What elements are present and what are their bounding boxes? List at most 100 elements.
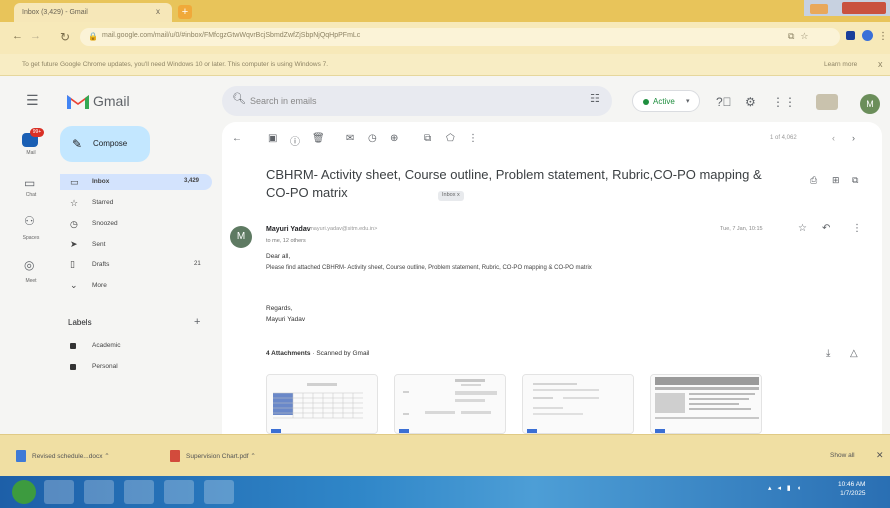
chrome-app-icon[interactable] (164, 480, 194, 504)
pencil-icon[interactable]: ✎ (72, 137, 82, 151)
attachment-thumbnail[interactable] (266, 374, 378, 434)
rail-spaces-label[interactable]: Spaces (16, 235, 46, 241)
settings-gear-icon[interactable]: ⚙ (745, 96, 756, 108)
rail-meet-icon[interactable]: ◎ (24, 258, 34, 272)
pdf-file-icon[interactable] (170, 450, 180, 462)
chevron-down-icon: ▾ (686, 98, 690, 105)
attachments-count: 4 Attachments (266, 350, 311, 357)
minimize-button[interactable] (810, 4, 828, 14)
organization-logo-icon[interactable] (816, 94, 838, 110)
learn-more-link[interactable]: Learn more (824, 61, 857, 68)
sidebar-item-label[interactable]: Inbox (92, 178, 109, 185)
gmail-wordmark[interactable]: Gmail (93, 93, 130, 109)
star-icon[interactable]: ☆ (798, 224, 807, 234)
search-icon[interactable]: 🔍︎ (232, 94, 246, 105)
account-avatar[interactable]: M (860, 94, 880, 114)
url-text[interactable]: mail.google.com/mail/u/0/#inbox/FMfcgzGt… (102, 32, 360, 39)
email-signature: Mayuri Yadav (266, 316, 306, 323)
attachment-thumbnail[interactable] (522, 374, 634, 434)
window-close-button[interactable] (842, 2, 886, 14)
sidebar-item-snoozed[interactable]: Snoozed (92, 220, 118, 227)
gmail-logo-icon[interactable] (66, 92, 90, 110)
search-input[interactable]: Search in emails (250, 96, 317, 106)
email-greeting: Dear all, (266, 253, 291, 260)
sidebar-item-drafts[interactable]: Drafts (92, 261, 109, 268)
system-clock[interactable]: 10:46 AM 1/7/2025 (838, 480, 865, 498)
show-all-downloads-button[interactable]: Show all (830, 452, 855, 459)
more-options-icon[interactable]: ⋮ (468, 133, 478, 144)
search-options-icon[interactable]: ☷ (590, 94, 600, 105)
sidebar-item-sent[interactable]: Sent (92, 241, 105, 248)
rail-chat-label[interactable]: Chat (16, 192, 46, 198)
print-all-icon[interactable]: ⊞ (832, 176, 840, 185)
word-file-icon[interactable] (16, 450, 26, 462)
label-item-academic[interactable]: Academic (92, 342, 121, 349)
attachment-thumbnail[interactable] (394, 374, 506, 434)
apps-grid-icon[interactable]: ⋮⋮ (772, 96, 796, 108)
print-icon[interactable]: ⎙ (810, 176, 817, 185)
bookmark-star-icon[interactable]: ⧉☆ (788, 31, 815, 42)
label-item-personal[interactable]: Personal (92, 363, 118, 370)
attachment-thumbnail[interactable] (650, 374, 762, 434)
sidebar-item-more[interactable]: More (92, 282, 107, 289)
reply-icon[interactable]: ↶ (822, 224, 830, 234)
sidebar-item-starred[interactable]: Starred (92, 199, 113, 206)
excel-app-icon[interactable] (204, 480, 234, 504)
reload-icon[interactable]: ↻ (60, 30, 70, 44)
open-new-window-icon[interactable]: ⧉ (852, 176, 858, 185)
snooze-icon[interactable]: ◷ (368, 133, 377, 144)
rail-chat-icon[interactable]: ▭ (24, 176, 35, 190)
document-preview (395, 375, 505, 433)
forward-arrow-icon[interactable]: → (30, 30, 41, 42)
info-bar-text: To get future Google Chrome updates, you… (22, 61, 329, 68)
system-tray-icons[interactable]: ▴ ◂ ▮ ◖ (768, 484, 803, 492)
word-app-icon[interactable] (44, 480, 74, 504)
delete-icon[interactable]: 🗑︎ (312, 133, 325, 144)
move-to-icon[interactable]: ⧉ (424, 133, 431, 144)
inbox-icon: ▭ (70, 177, 79, 187)
download-item[interactable]: Revised schedule...docx ⌃ (32, 452, 110, 460)
more-options-icon[interactable]: ⋮ (852, 224, 862, 234)
chevron-left-icon[interactable]: ‹ (832, 133, 835, 143)
media-player-icon[interactable] (84, 480, 114, 504)
rail-mail-label[interactable]: Mail (16, 150, 46, 156)
main-menu-icon[interactable]: ☰ (26, 92, 39, 109)
screen: Inbox (3,429) - Gmail x + ← → ↻ 🔒 mail.g… (0, 0, 890, 508)
mark-unread-icon[interactable]: ✉ (346, 133, 354, 144)
star-icon: ☆ (70, 198, 79, 208)
label-tag-icon[interactable]: ⬠ (446, 133, 455, 144)
extension-icon[interactable] (846, 31, 855, 40)
new-tab-button[interactable]: + (178, 5, 192, 19)
sender-email: <mayuri.yadav@sitm.edu.in> (306, 226, 378, 232)
back-arrow-icon[interactable]: ← (12, 30, 23, 42)
tab-close-button[interactable]: x (156, 7, 160, 16)
recipients[interactable]: to me, 12 others (266, 238, 306, 244)
add-label-button[interactable]: + (194, 316, 200, 328)
sender-name[interactable]: Mayuri Yadav (266, 226, 311, 233)
report-spam-icon[interactable]: ⓘ (290, 133, 300, 148)
compose-label[interactable]: Compose (93, 139, 127, 148)
profile-icon[interactable] (862, 30, 873, 41)
sender-avatar[interactable]: M (230, 226, 252, 248)
start-button-icon[interactable] (12, 480, 36, 504)
rail-meet-label[interactable]: Meet (16, 278, 46, 284)
back-to-inbox-icon[interactable]: ← (232, 133, 242, 144)
attachments-heading: 4 Attachments · Scanned by Gmail (266, 350, 369, 357)
file-explorer-icon[interactable] (124, 480, 154, 504)
close-icon[interactable]: ✕ (876, 450, 884, 461)
save-to-drive-icon[interactable]: △ (850, 349, 858, 359)
help-icon[interactable]: ?⃝ (716, 96, 732, 108)
browser-tab[interactable]: Inbox (3,429) - Gmail (14, 3, 172, 22)
rail-spaces-icon[interactable]: ⚇ (24, 214, 35, 228)
info-close-icon[interactable]: x (878, 59, 883, 69)
inbox-label-chip[interactable]: Inbox x (438, 191, 464, 201)
document-preview (523, 375, 633, 433)
add-task-icon[interactable]: ⊕ (390, 133, 398, 144)
chrome-menu-icon[interactable]: ⋮ (878, 31, 888, 42)
lock-icon[interactable]: 🔒 (88, 32, 98, 41)
chevron-right-icon[interactable]: › (852, 133, 855, 143)
tab-title: Inbox (3,429) - Gmail (22, 9, 88, 16)
download-all-icon[interactable]: ⤓ (826, 349, 830, 359)
archive-icon[interactable]: ▣ (268, 133, 277, 144)
download-item[interactable]: Supervision Chart.pdf ⌃ (186, 452, 256, 460)
